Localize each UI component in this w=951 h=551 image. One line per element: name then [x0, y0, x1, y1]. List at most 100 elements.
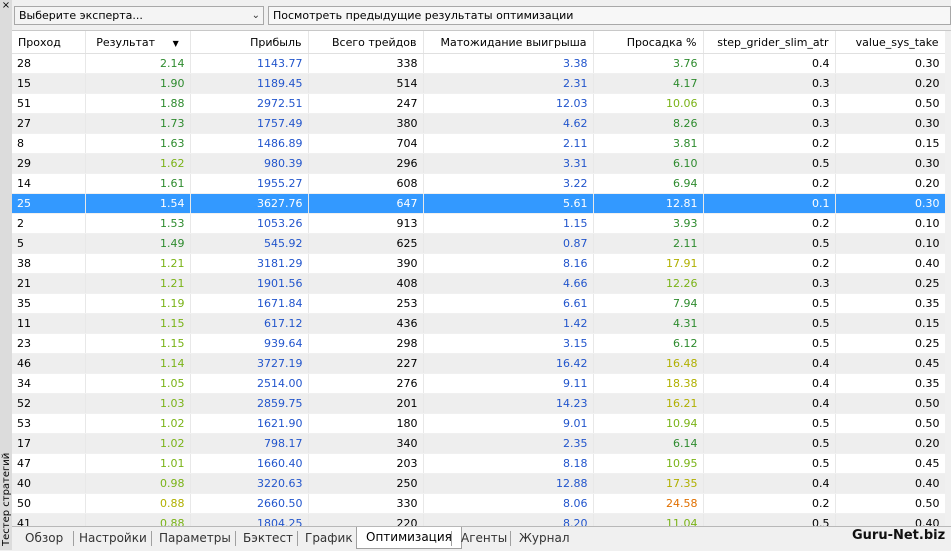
table-cell: 28	[12, 53, 86, 74]
table-cell: 980.39	[190, 153, 309, 174]
table-cell: 0.87	[423, 233, 594, 254]
table-cell: 0.5	[703, 453, 836, 474]
table-cell: 11.04	[593, 513, 704, 527]
table-cell: 8.06	[423, 493, 594, 514]
table-cell: 0.50	[835, 493, 946, 514]
close-icon[interactable]: ×	[1, 1, 11, 12]
table-cell: 0.35	[835, 293, 946, 314]
table-row[interactable]: 50 0.88 2660.50 330 8.06 24.58 0.2 0.50	[12, 493, 946, 514]
tab-overview[interactable]: Обзор	[25, 529, 63, 547]
column-header[interactable]: Прибыль	[190, 31, 309, 54]
table-row[interactable]: 5 1.49 545.92 625 0.87 2.11 0.5 0.10	[12, 233, 946, 254]
table-row[interactable]: 34 1.05 2514.00 276 9.11 18.38 0.4 0.35	[12, 373, 946, 394]
table-cell: 1.53	[85, 213, 191, 234]
previous-results-field[interactable]: Посмотреть предыдущие результаты оптимиз…	[268, 6, 951, 25]
table-cell: 52	[12, 393, 86, 414]
table-row[interactable]: 51 1.88 2972.51 247 12.03 10.06 0.3 0.50	[12, 93, 946, 114]
table-cell: 9.01	[423, 413, 594, 434]
table-row[interactable]: 15 1.90 1189.45 514 2.31 4.17 0.3 0.20	[12, 73, 946, 94]
table-cell: 0.35	[835, 373, 946, 394]
table-row[interactable]: 21 1.21 1901.56 408 4.66 12.26 0.3 0.25	[12, 273, 946, 294]
column-header[interactable]: Всего трейдов	[308, 31, 424, 54]
table-row[interactable]: 27 1.73 1757.49 380 4.62 8.26 0.3 0.30	[12, 113, 946, 134]
table-cell: 0.40	[835, 473, 946, 494]
table-cell: 1901.56	[190, 273, 309, 294]
table-cell: 17.91	[593, 253, 704, 274]
table-cell: 0.4	[703, 473, 836, 494]
table-row[interactable]: 11 1.15 617.12 436 1.42 4.31 0.5 0.15	[12, 313, 946, 334]
table-cell: 0.5	[703, 313, 836, 334]
table-cell: 0.50	[835, 393, 946, 414]
table-row[interactable]: 46 1.14 3727.19 227 16.42 16.48 0.4 0.45	[12, 353, 946, 374]
table-row[interactable]: 38 1.21 3181.29 390 8.16 17.91 0.2 0.40	[12, 253, 946, 274]
table-row[interactable]: 8 1.63 1486.89 704 2.11 3.81 0.2 0.15	[12, 133, 946, 154]
table-cell: 0.50	[835, 413, 946, 434]
column-header[interactable]: Просадка %	[593, 31, 704, 54]
tab-settings[interactable]: Настройки	[79, 529, 147, 547]
expert-select[interactable]: Выберите эксперта... ⌄	[14, 6, 264, 25]
column-header[interactable]: step_grider_slim_atr	[703, 31, 836, 54]
table-row[interactable]: 28 2.14 1143.77 338 3.38 3.76 0.4 0.30	[12, 53, 946, 74]
table-cell: 617.12	[190, 313, 309, 334]
table-cell: 1.73	[85, 113, 191, 134]
table-cell: 1143.77	[190, 53, 309, 74]
table-cell: 0.25	[835, 273, 946, 294]
table-cell: 29	[12, 153, 86, 174]
table-cell: 3.31	[423, 153, 594, 174]
chevron-down-icon[interactable]: ⌄	[252, 9, 260, 22]
table-row[interactable]: 23 1.15 939.64 298 3.15 6.12 0.5 0.25	[12, 333, 946, 354]
table-row[interactable]: 17 1.02 798.17 340 2.35 6.14 0.5 0.20	[12, 433, 946, 454]
vertical-scrollbar[interactable]	[945, 31, 951, 527]
tab-journal[interactable]: Журнал	[519, 529, 570, 547]
table-cell: 798.17	[190, 433, 309, 454]
table-row[interactable]: 47 1.01 1660.40 203 8.18 10.95 0.5 0.45	[12, 453, 946, 474]
tab-backtest[interactable]: Бэктест	[243, 529, 293, 547]
table-cell: 0.2	[703, 253, 836, 274]
table-cell: 1.21	[85, 273, 191, 294]
table-cell: 8.26	[593, 113, 704, 134]
table-cell: 11	[12, 313, 86, 334]
column-header[interactable]: Проход	[12, 31, 86, 54]
tester-tabs: Обзор Настройки Параметры Бэктест График…	[12, 526, 951, 551]
table-cell: 0.5	[703, 233, 836, 254]
table-cell: 1671.84	[190, 293, 309, 314]
table-cell: 0.25	[835, 333, 946, 354]
table-row[interactable]: 41 0.88 1804.25 220 8.20 11.04 0.5 0.40	[12, 513, 946, 527]
table-row[interactable]: 40 0.98 3220.63 250 12.88 17.35 0.4 0.40	[12, 473, 946, 494]
table-cell: 9.11	[423, 373, 594, 394]
table-cell: 1.90	[85, 73, 191, 94]
table-row[interactable]: 29 1.62 980.39 296 3.31 6.10 0.5 0.30	[12, 153, 946, 174]
column-header[interactable]: value_sys_take	[835, 31, 946, 54]
table-cell: 1.03	[85, 393, 191, 414]
table-cell: 3627.76	[190, 193, 309, 214]
table-cell: 0.5	[703, 293, 836, 314]
table-cell: 53	[12, 413, 86, 434]
table-cell: 25	[12, 193, 86, 214]
column-header[interactable]: Матожидание выигрыша	[423, 31, 594, 54]
tab-separator	[73, 531, 74, 546]
tab-separator	[451, 531, 452, 546]
table-cell: 0.30	[835, 53, 946, 74]
table-cell: 8.20	[423, 513, 594, 527]
column-header-sorted[interactable]: Результат ▼	[85, 31, 191, 54]
table-cell: 0.45	[835, 453, 946, 474]
table-row[interactable]: 53 1.02 1621.90 180 9.01 10.94 0.5 0.50	[12, 413, 946, 434]
table-cell: 1621.90	[190, 413, 309, 434]
table-row[interactable]: 2 1.53 1053.26 913 1.15 3.93 0.2 0.10	[12, 213, 946, 234]
table-row-selected[interactable]: 25 1.54 3627.76 647 5.61 12.81 0.1 0.30	[12, 193, 946, 214]
tab-chart[interactable]: График	[305, 529, 353, 547]
table-cell: 1.15	[85, 313, 191, 334]
table-cell: 253	[308, 293, 424, 314]
table-cell: 1.15	[85, 333, 191, 354]
tab-parameters[interactable]: Параметры	[159, 529, 231, 547]
tab-agents[interactable]: Агенты	[461, 529, 507, 547]
table-cell: 0.50	[835, 93, 946, 114]
table-cell: 14	[12, 173, 86, 194]
table-row[interactable]: 14 1.61 1955.27 608 3.22 6.94 0.2 0.20	[12, 173, 946, 194]
tab-optimization[interactable]: Оптимизация	[356, 527, 462, 549]
toolbar: Выберите эксперта... ⌄ Посмотреть предыд…	[12, 0, 951, 30]
table-cell: 1053.26	[190, 213, 309, 234]
table-cell: 0.4	[703, 353, 836, 374]
table-row[interactable]: 35 1.19 1671.84 253 6.61 7.94 0.5 0.35	[12, 293, 946, 314]
table-row[interactable]: 52 1.03 2859.75 201 14.23 16.21 0.4 0.50	[12, 393, 946, 414]
